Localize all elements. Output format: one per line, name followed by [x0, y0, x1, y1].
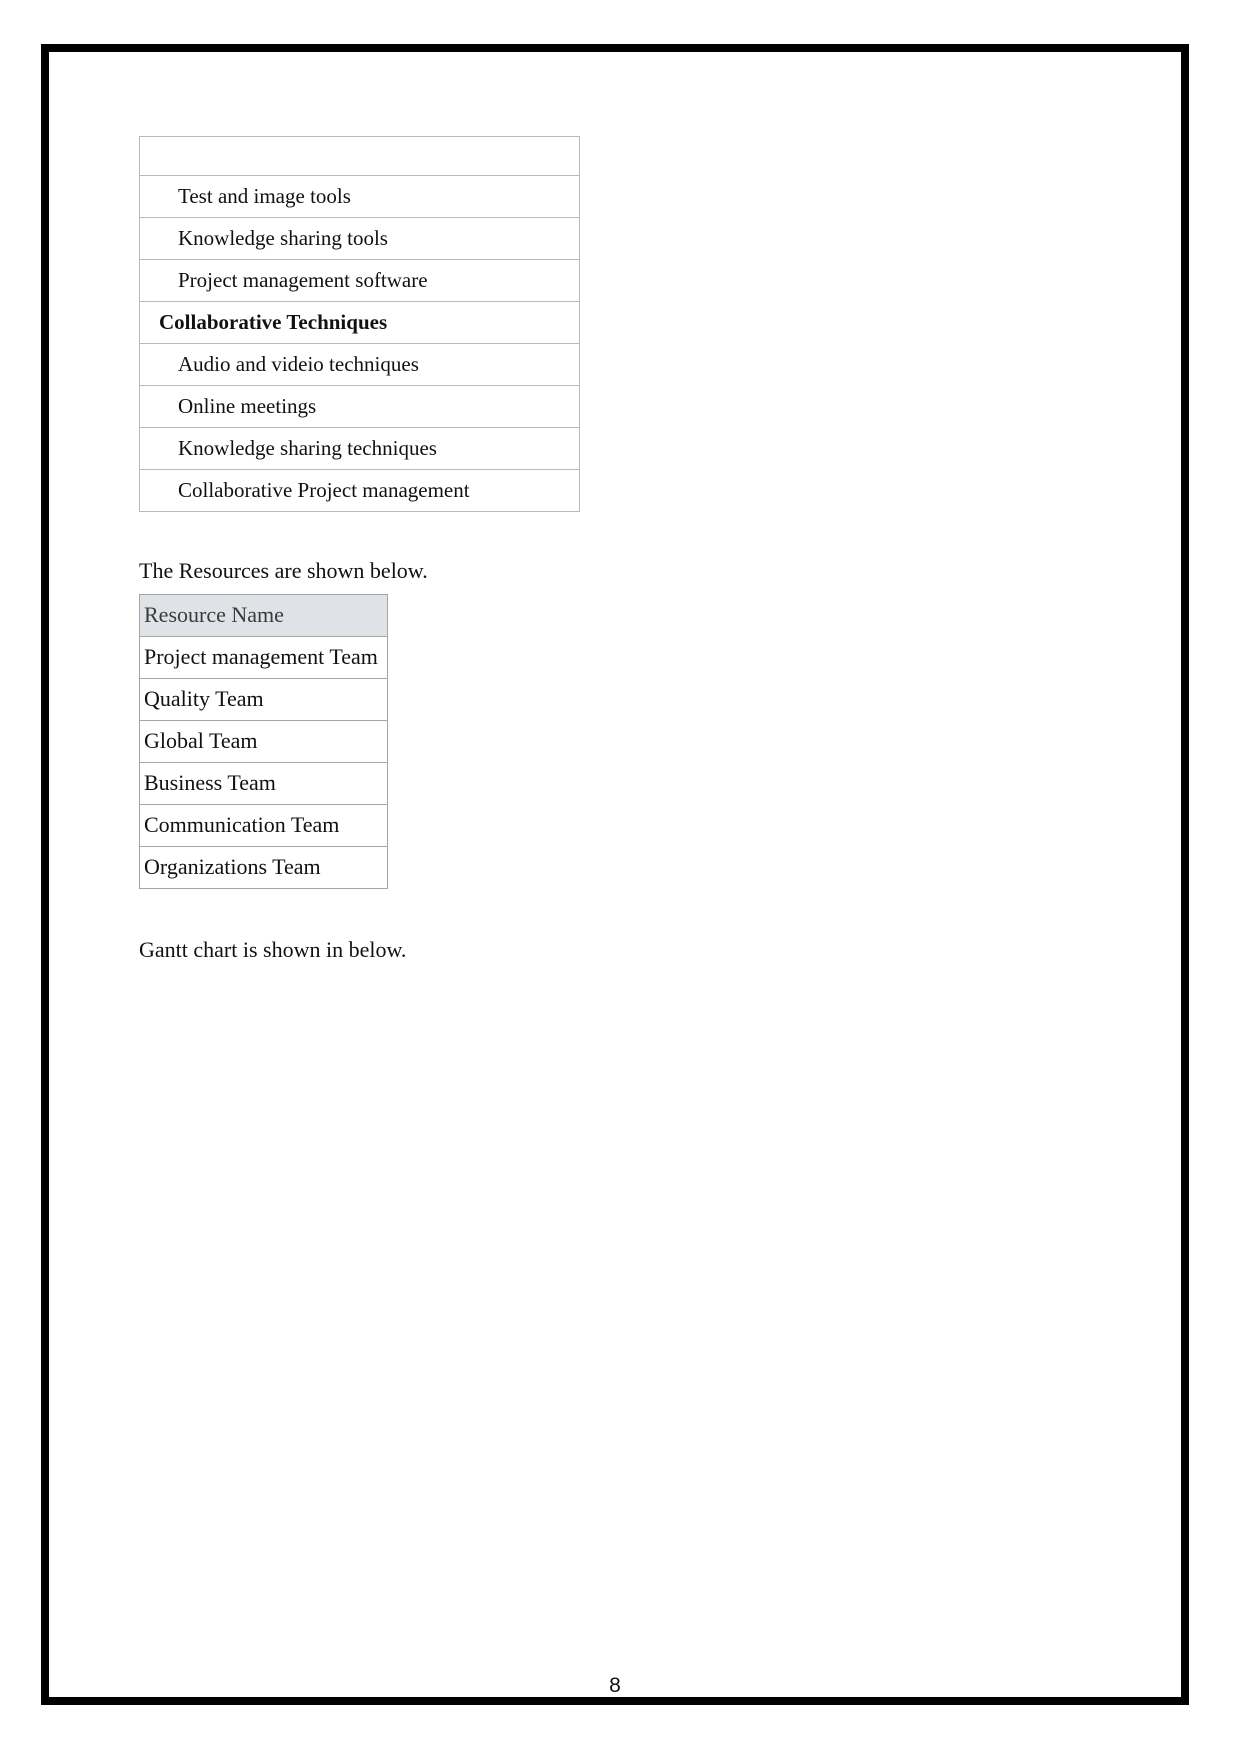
tools-row-empty [139, 136, 580, 176]
gantt-intro-text: Gantt chart is shown in below. [139, 936, 407, 962]
table-row: Quality Team [139, 677, 388, 721]
table-row: Collaborative Project management [139, 469, 580, 512]
table-row: Audio and videio techniques [139, 343, 580, 386]
tools-row-audio-and-video-techniques: Audio and videio techniques [139, 343, 580, 386]
resource-row-global-team: Global Team [139, 719, 388, 763]
resources-table: Resource Name Project management Team Qu… [139, 593, 388, 889]
resource-row-project-management-team: Project management Team [139, 635, 388, 679]
tools-and-techniques-table: Test and image tools Knowledge sharing t… [139, 136, 580, 512]
table-row: Online meetings [139, 385, 580, 428]
resource-row-quality-team: Quality Team [139, 677, 388, 721]
page-border-outer: Test and image tools Knowledge sharing t… [41, 44, 1189, 1705]
resource-row-communication-team: Communication Team [139, 803, 388, 847]
resource-name-column-header: Resource Name [139, 593, 388, 637]
table-row: Global Team [139, 719, 388, 763]
table-row: Project management software [139, 259, 580, 302]
tools-row-online-meetings: Online meetings [139, 385, 580, 428]
resources-intro-text: The Resources are shown below. [139, 558, 428, 583]
table-row: Project management Team [139, 635, 388, 679]
resource-row-organizations-team: Organizations Team [139, 845, 388, 889]
resource-row-business-team: Business Team [139, 761, 388, 805]
table-row: Knowledge sharing tools [139, 217, 580, 260]
tools-row-knowledge-sharing-techniques: Knowledge sharing techniques [139, 427, 580, 470]
table-row: Organizations Team [139, 845, 388, 889]
table-row [139, 136, 580, 176]
page-number: 8 [609, 1674, 621, 1697]
tools-row-collaborative-project-management: Collaborative Project management [139, 469, 580, 512]
tools-row-knowledge-sharing-tools: Knowledge sharing tools [139, 217, 580, 260]
table-header-row: Resource Name [139, 593, 388, 637]
table-row: Knowledge sharing techniques [139, 427, 580, 470]
table-row: Test and image tools [139, 175, 580, 218]
tools-row-collaborative-techniques-heading: Collaborative Techniques [139, 301, 580, 344]
page-content: Test and image tools Knowledge sharing t… [139, 136, 1099, 964]
table-row: Communication Team [139, 803, 388, 847]
tools-row-project-management-software: Project management software [139, 259, 580, 302]
table-row: Collaborative Techniques [139, 301, 580, 344]
tools-row-test-and-image-tools: Test and image tools [139, 175, 580, 218]
table-row: Business Team [139, 761, 388, 805]
